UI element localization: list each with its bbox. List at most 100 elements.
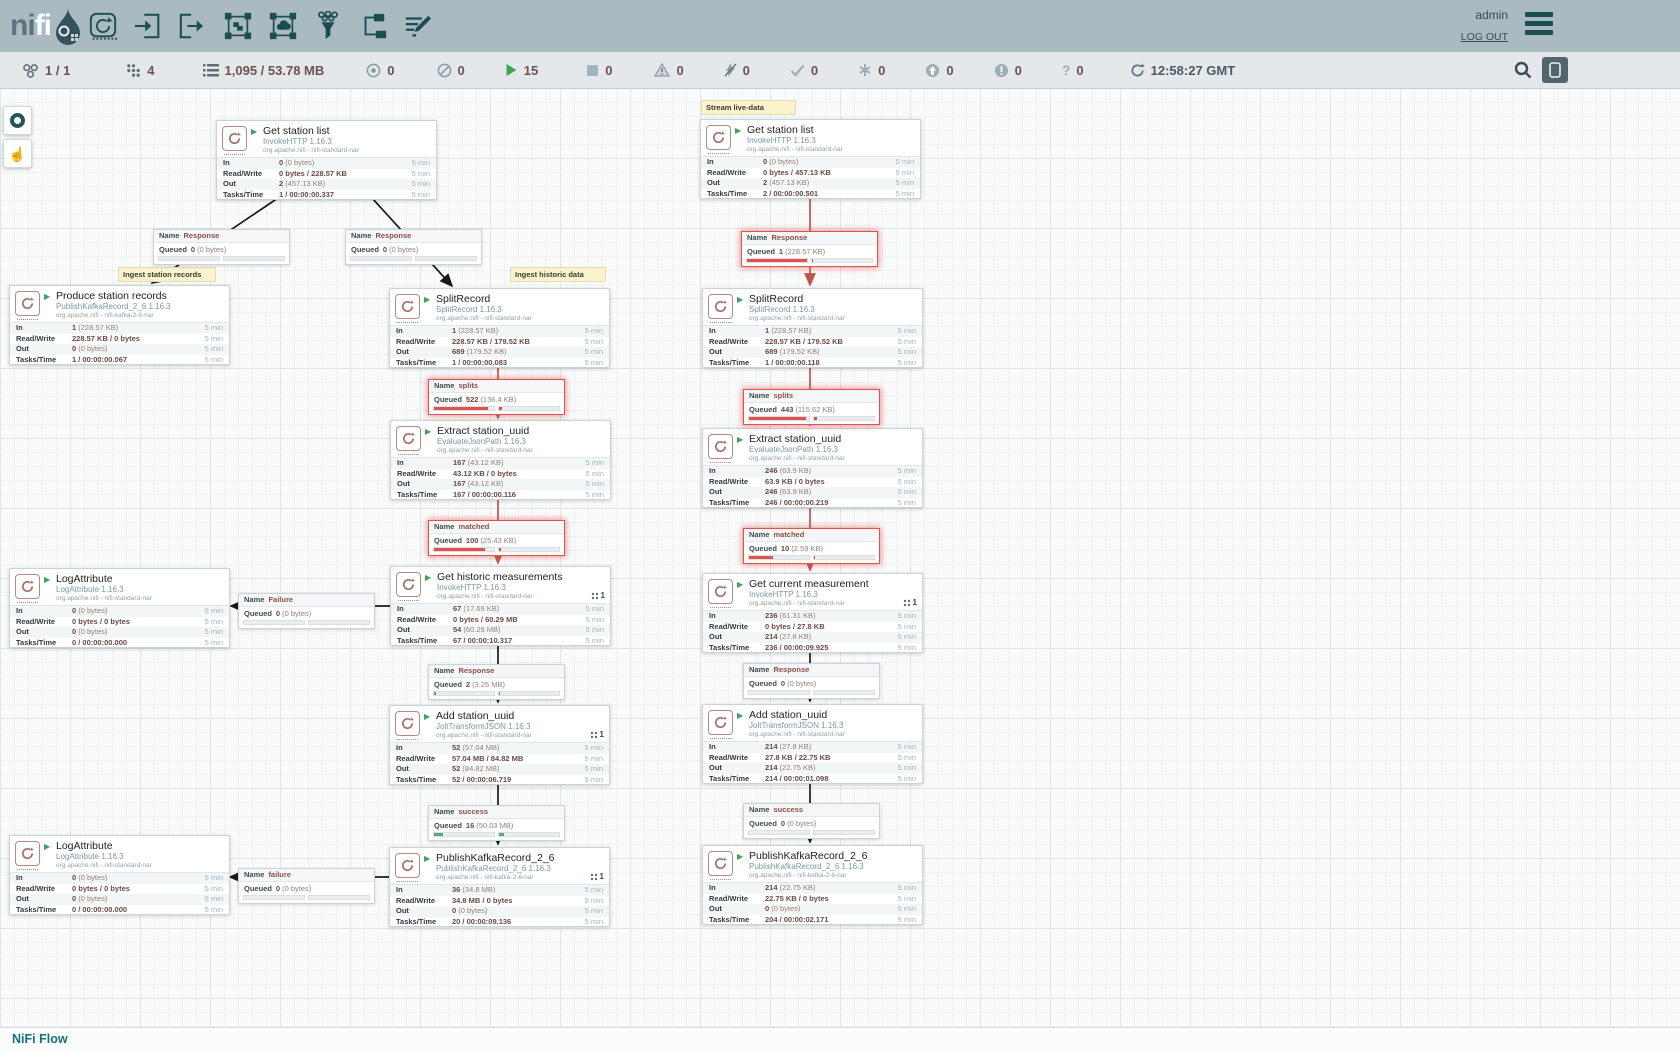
connection-label[interactable]: NamematchedQueued10(2.59 KB) — [743, 528, 880, 564]
stat-row: In0 (0 bytes)5 min — [217, 158, 436, 169]
processor-card[interactable]: ▶Extract station_uuidEvaluateJsonPath 1.… — [702, 428, 923, 508]
refresh-status[interactable]: 12:58:27 GMT — [1130, 63, 1236, 78]
processor-card[interactable]: ▶Extract station_uuidEvaluateJsonPath 1.… — [390, 420, 611, 500]
processor-type: SplitRecord 1.16.3 — [749, 305, 815, 314]
stat-row: In0 (0 bytes)5 min — [10, 873, 229, 884]
drag-remote-process-group-icon[interactable] — [265, 8, 301, 44]
connection-label[interactable]: NamesuccessQueued16(50.03 MB) — [428, 805, 565, 841]
processor-card[interactable]: ▶PublishKafkaRecord_2_6PublishKafkaRecor… — [389, 847, 610, 927]
canvas-label[interactable]: Ingest station records — [118, 267, 216, 282]
processor-bundle: org.apache.nifi - nifi-kafka-2-6-nar — [56, 312, 154, 319]
stat-window: 5 min — [412, 179, 430, 190]
canvas-label[interactable]: Stream live-data — [701, 100, 796, 115]
stat-window: 5 min — [585, 326, 603, 337]
drag-output-port-icon[interactable] — [175, 8, 211, 44]
drag-processor-icon[interactable] — [85, 8, 121, 44]
drag-label-icon[interactable] — [400, 8, 436, 44]
connection-label[interactable]: NameResponseQueued2(3.25 MB) — [428, 664, 565, 700]
panel-icon — [1548, 62, 1562, 78]
stat-size: (228.57 KB) — [76, 323, 118, 332]
backpressure-bar — [498, 832, 560, 837]
connection-label[interactable]: NamesplitsQueued443(115.62 KB) — [743, 389, 880, 425]
processor-card[interactable]: ▶SplitRecordSplitRecord 1.16.3org.apache… — [702, 288, 923, 368]
stat-window: 5 min — [585, 896, 603, 907]
processor-card[interactable]: ▶Get station listInvokeHTTP 1.16.3org.ap… — [700, 119, 921, 199]
relationship-name: matched — [773, 530, 804, 539]
connection-name-row: Namesplits — [429, 380, 564, 393]
stat-row: Out2 (457.13 KB)5 min — [701, 178, 920, 189]
navigate-palette-button[interactable] — [3, 106, 32, 135]
processor-card[interactable]: ▶Add station_uuidJoltTransformJSON 1.16.… — [702, 704, 923, 784]
connection-label[interactable]: NamesplitsQueued522(136.4 KB) — [428, 379, 565, 415]
stat-value: 214 / 00:00:01.098 — [765, 774, 828, 785]
stat-window: 5 min — [205, 355, 223, 366]
connection-label[interactable]: NamefailureQueued0(0 bytes) — [238, 868, 375, 904]
connection-label[interactable]: NamesuccessQueued0(0 bytes) — [743, 803, 880, 839]
drag-funnel-icon[interactable] — [310, 8, 346, 44]
processor-name: Get station list — [263, 125, 330, 137]
processor-card[interactable]: ▶Get station listInvokeHTTP 1.16.3org.ap… — [216, 120, 437, 200]
queued-size: (0 bytes) — [282, 884, 311, 893]
stat-label: In — [709, 883, 716, 894]
stat-label: Read/Write — [709, 622, 748, 633]
connection-label[interactable]: NameResponseQueued0(0 bytes) — [153, 229, 290, 265]
stat-value: 1 (228.57 KB) — [72, 323, 118, 334]
queued-count: 100 — [466, 536, 479, 545]
processor-stats: In0 (0 bytes)5 minRead/Write0 bytes / 0 … — [10, 872, 229, 915]
name-label: Name — [434, 381, 454, 390]
stat-count: 1 / 00:00:00.067 — [72, 355, 127, 364]
processor-icon — [395, 294, 420, 319]
processor-card[interactable]: ▶LogAttributeLogAttribute 1.16.3org.apac… — [9, 835, 230, 915]
connection-label[interactable]: NameResponseQueued1(228.57 KB) — [741, 231, 878, 267]
global-menu-button[interactable] — [1525, 12, 1553, 38]
canvas-label[interactable]: Ingest historic data — [510, 267, 606, 282]
drag-template-icon[interactable] — [355, 8, 391, 44]
processor-card[interactable]: ▶Add station_uuidJoltTransformJSON 1.16.… — [389, 705, 610, 785]
logout-link[interactable]: LOG OUT — [1461, 31, 1508, 43]
processor-card[interactable]: ▶Produce station recordsPublishKafkaReco… — [9, 285, 230, 365]
stat-row: Tasks/Time20 / 00:00:09.1365 min — [390, 917, 609, 928]
stat-row: Read/Write228.57 KB / 0 bytes5 min — [10, 334, 229, 345]
stat-window: 5 min — [898, 763, 916, 774]
stat-label: Tasks/Time — [16, 905, 56, 916]
relationship-name: Response — [375, 231, 411, 240]
drag-process-group-icon[interactable] — [220, 8, 256, 44]
stat-count: 214 — [765, 632, 778, 641]
stat-value: 204 / 00:00:02.171 — [765, 915, 828, 926]
drag-input-port-icon[interactable] — [130, 8, 166, 44]
operate-palette-button[interactable]: ☝ — [3, 139, 32, 168]
connection-queued-row: Queued1(228.57 KB) — [742, 245, 877, 258]
breadcrumb-root[interactable]: NiFi Flow — [12, 1032, 68, 1046]
stat-label: Read/Write — [397, 469, 436, 480]
processor-stats: In1 (228.57 KB)5 minRead/Write228.57 KB … — [390, 325, 609, 368]
stat-window: 5 min — [585, 754, 603, 765]
stat-count: 0 bytes / 0 bytes — [72, 884, 130, 893]
stat-label: Out — [709, 904, 722, 915]
processor-card[interactable]: ▶SplitRecordSplitRecord 1.16.3org.apache… — [389, 288, 610, 368]
name-label: Name — [747, 233, 767, 242]
connection-label[interactable]: NameFailureQueued0(0 bytes) — [238, 593, 375, 629]
stat-count: 1 / 00:00:00.118 — [765, 358, 820, 367]
stat-window: 5 min — [896, 157, 914, 168]
stat-window: 5 min — [586, 458, 604, 469]
stat-label: Out — [709, 632, 722, 643]
connection-label[interactable]: NamematchedQueued100(25.43 KB) — [428, 520, 565, 556]
processor-card[interactable]: ▶LogAttributeLogAttribute 1.16.3org.apac… — [9, 568, 230, 648]
processor-card[interactable]: ▶Get current measurementInvokeHTTP 1.16.… — [702, 573, 923, 653]
connection-label[interactable]: NameResponseQueued0(0 bytes) — [743, 663, 880, 699]
queued-status: 1,095 / 53.78 MB — [203, 63, 325, 78]
processor-stats: In1 (228.57 KB)5 minRead/Write228.57 KB … — [10, 322, 229, 365]
connection-name-row: NameResponse — [429, 665, 564, 678]
stat-value: 0 bytes / 0 bytes — [72, 884, 130, 895]
stat-size: (0 bytes) — [769, 904, 800, 913]
connection-label[interactable]: NameResponseQueued0(0 bytes) — [345, 229, 482, 265]
search-button[interactable] — [1514, 61, 1532, 82]
queued-label: Queued — [749, 544, 777, 553]
stat-row: Read/Write0 bytes / 0 bytes5 min — [10, 617, 229, 628]
processor-card[interactable]: ▶PublishKafkaRecord_2_6PublishKafkaRecor… — [702, 845, 923, 925]
backpressure-bar — [748, 555, 810, 560]
running-indicator-icon: ▶ — [44, 575, 50, 584]
settings-panel-button[interactable] — [1542, 57, 1568, 83]
processor-card[interactable]: ▶Get historic measurementsInvokeHTTP 1.1… — [390, 566, 611, 646]
stat-count: 246 — [765, 487, 778, 496]
